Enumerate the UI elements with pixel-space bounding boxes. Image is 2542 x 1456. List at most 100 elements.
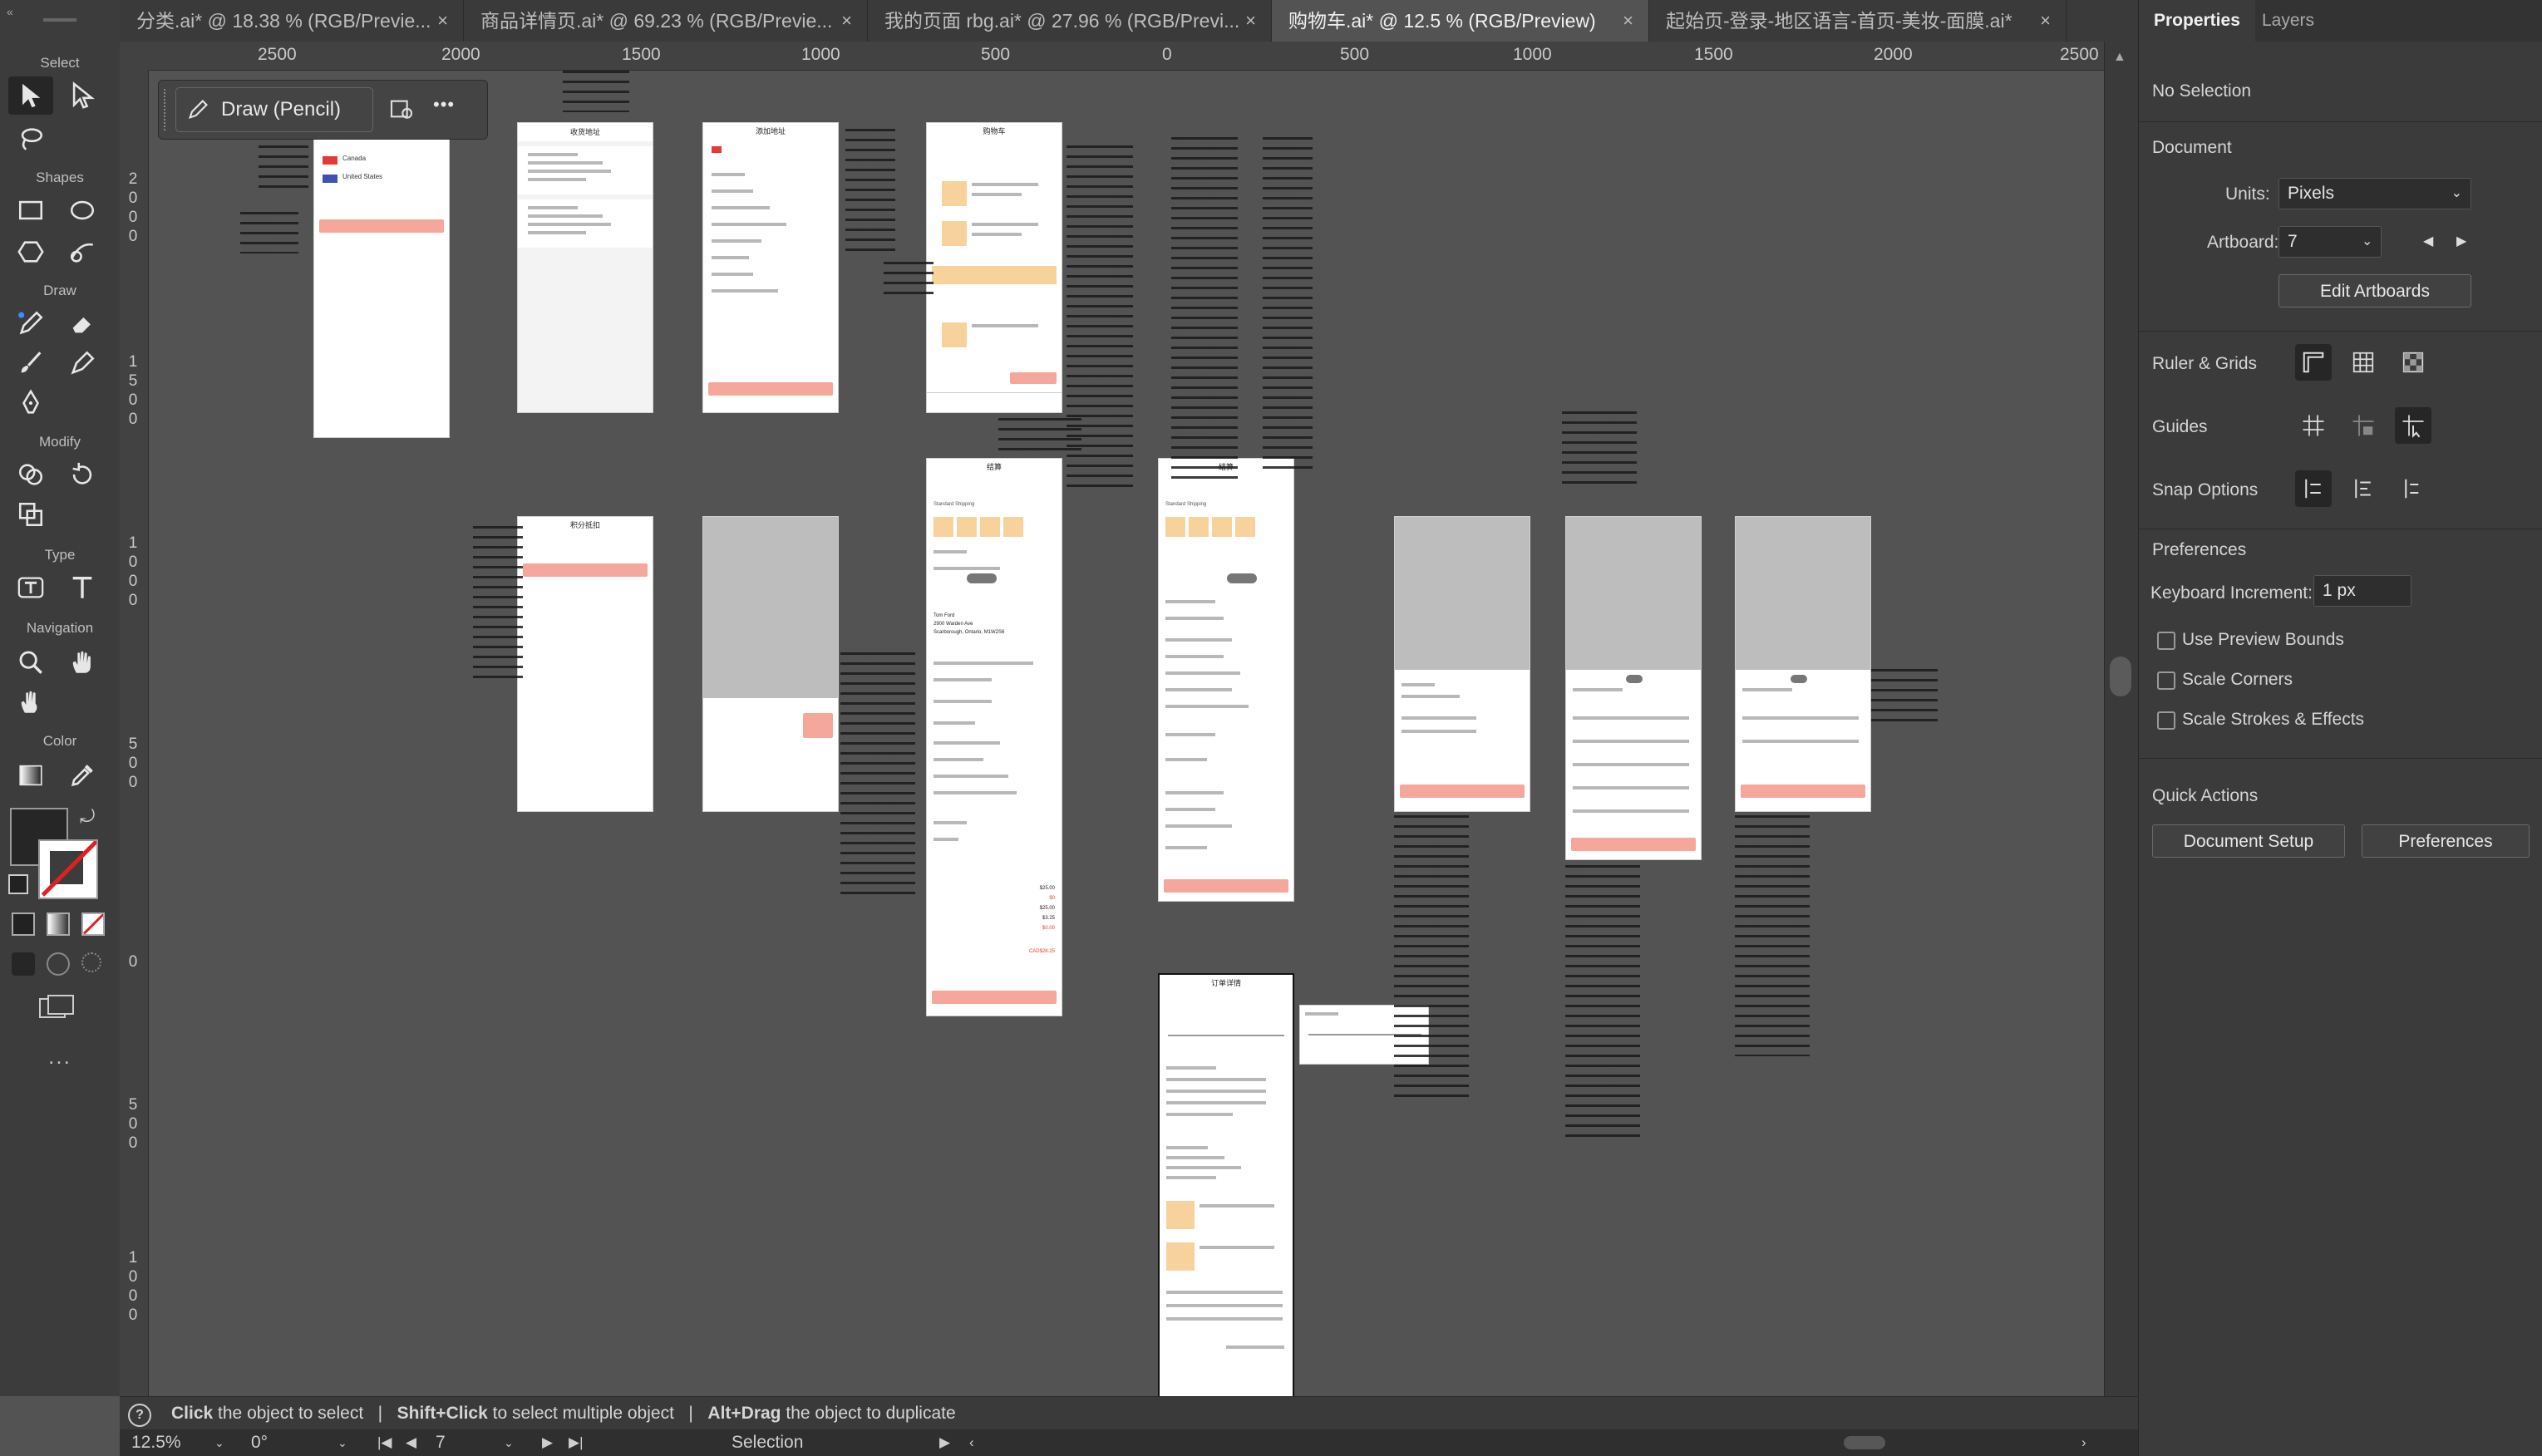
polygon-tool-icon[interactable] bbox=[8, 233, 53, 271]
tab-shopping-cart[interactable]: 购物车.ai* @ 12.5 % (RGB/Preview) × bbox=[1272, 0, 1649, 42]
tab-product-detail[interactable]: 商品详情页.ai* @ 69.23 % (RGB/Previe... × bbox=[464, 0, 868, 42]
artboard-add-address[interactable]: 添加地址 bbox=[702, 122, 839, 413]
edit-artboards-button[interactable]: Edit Artboards bbox=[2278, 274, 2471, 307]
rotate-tool-icon[interactable] bbox=[60, 455, 105, 494]
blob-brush-tool-icon[interactable] bbox=[60, 344, 105, 382]
tab-my-page[interactable]: 我的页面 rbg.ai* @ 27.96 % (RGB/Previ... × bbox=[868, 0, 1272, 42]
scale-corners-checkbox[interactable] bbox=[2157, 671, 2175, 690]
close-tab-icon[interactable]: × bbox=[1623, 0, 1633, 42]
snap-to-pixel-icon[interactable] bbox=[2345, 470, 2382, 507]
guides-icon[interactable] bbox=[2295, 407, 2332, 444]
zoom-tool-icon[interactable] bbox=[8, 643, 53, 681]
lock-guides-icon[interactable] bbox=[2345, 407, 2382, 444]
artboard-card-form[interactable] bbox=[1565, 516, 1702, 860]
rotation-value[interactable]: 0° bbox=[251, 1429, 268, 1456]
shape-builder-tool-icon[interactable] bbox=[8, 455, 53, 494]
use-preview-bounds-checkbox[interactable] bbox=[2157, 632, 2175, 650]
preferences-button[interactable]: Preferences bbox=[2362, 824, 2530, 858]
ruler-icon[interactable] bbox=[2295, 344, 2332, 381]
zoom-level[interactable]: 12.5% bbox=[131, 1429, 181, 1456]
artboard-points-overlay[interactable] bbox=[702, 516, 839, 812]
pen-tool-icon[interactable] bbox=[8, 384, 53, 422]
draw-inside-icon[interactable] bbox=[81, 952, 101, 972]
tab-category[interactable]: 分类.ai* @ 18.38 % (RGB/Previe... × bbox=[120, 0, 464, 42]
artboard-number[interactable]: 7 bbox=[436, 1429, 446, 1456]
scroll-right-icon[interactable]: › bbox=[2081, 1429, 2086, 1456]
snap-to-glyph-icon[interactable] bbox=[2395, 470, 2431, 507]
last-artboard-icon[interactable]: ▶| bbox=[569, 1429, 584, 1456]
vertical-ruler[interactable]: 2000 1500 1000 500 0 500 1000 bbox=[120, 70, 149, 1396]
zoom-dropdown-icon[interactable]: ⌄ bbox=[214, 1429, 224, 1456]
tab-start-page[interactable]: 起始页-登录-地区语言-首页-美妆-面膜.ai* × bbox=[1649, 0, 2067, 42]
previous-artboard-icon[interactable]: ◀ bbox=[2423, 233, 2433, 249]
shaper-tool-icon[interactable] bbox=[60, 233, 105, 271]
artboard-cart[interactable]: 购物车 bbox=[926, 122, 1062, 413]
scroll-left-icon[interactable]: ‹ bbox=[969, 1429, 974, 1456]
artboard-checkout[interactable]: 结算 Standard Shipping Tom Ford 2900 Warde… bbox=[926, 458, 1062, 1016]
free-transform-tool-icon[interactable] bbox=[8, 495, 53, 534]
pencil-tool-icon[interactable] bbox=[8, 304, 53, 342]
tab-layers[interactable]: Layers bbox=[2247, 0, 2329, 42]
swap-colors-icon[interactable]: ⤾ bbox=[80, 806, 95, 828]
selection-tool-icon[interactable] bbox=[8, 76, 53, 115]
artboard-card-form-short[interactable] bbox=[1735, 516, 1871, 812]
artboard-points[interactable]: 积分抵扣 bbox=[517, 516, 653, 812]
snap-to-point-icon[interactable] bbox=[2295, 470, 2332, 507]
scrollbar-thumb[interactable] bbox=[2110, 657, 2131, 696]
next-artboard-icon[interactable]: ▶ bbox=[2456, 233, 2466, 249]
hand-tool-icon[interactable] bbox=[60, 643, 105, 681]
ellipse-tool-icon[interactable] bbox=[60, 191, 105, 229]
horizontal-scroll-thumb[interactable] bbox=[1844, 1436, 1885, 1449]
artboard-address-list[interactable]: 收货地址 bbox=[517, 122, 653, 413]
smart-guides-icon[interactable] bbox=[2395, 407, 2431, 444]
artboard-dropdown-icon[interactable]: ⌄ bbox=[504, 1429, 514, 1456]
screen-mode-icon[interactable] bbox=[38, 994, 76, 1021]
rotate-view-tool-icon[interactable] bbox=[8, 683, 53, 721]
previous-artboard-icon[interactable]: ◀ bbox=[406, 1429, 416, 1456]
draw-pencil-button[interactable]: Draw (Pencil) bbox=[175, 87, 373, 132]
canvas[interactable]: Canada United States 收货地址 添加地址 购物车 积分抵扣 … bbox=[149, 71, 2104, 1396]
draw-behind-icon[interactable] bbox=[47, 952, 70, 976]
close-tab-icon[interactable]: × bbox=[2040, 0, 2051, 42]
artboard-payment-sheet[interactable] bbox=[1394, 516, 1530, 812]
collapse-icon[interactable]: « bbox=[7, 5, 13, 18]
draw-normal-icon[interactable] bbox=[12, 952, 35, 976]
touch-type-tool-icon[interactable] bbox=[8, 568, 53, 607]
type-tool-icon[interactable] bbox=[60, 568, 105, 607]
rotation-dropdown-icon[interactable]: ⌄ bbox=[337, 1429, 347, 1456]
vertical-scrollbar[interactable]: ▲ ▼ bbox=[2104, 42, 2139, 1420]
default-colors-icon[interactable] bbox=[8, 874, 28, 894]
artboard-checkout-alt[interactable]: 结算 Standard Shipping bbox=[1158, 458, 1294, 902]
scroll-up-icon[interactable]: ▲ bbox=[2113, 50, 2126, 65]
first-artboard-icon[interactable]: |◀ bbox=[377, 1429, 392, 1456]
more-tools-icon[interactable]: ... bbox=[0, 1044, 120, 1070]
help-icon[interactable]: ? bbox=[128, 1404, 151, 1427]
eraser-tool-icon[interactable] bbox=[60, 304, 105, 342]
close-tab-icon[interactable]: × bbox=[437, 0, 448, 42]
eyedropper-tool-icon[interactable] bbox=[60, 756, 105, 794]
mode-menu-icon[interactable]: ▶ bbox=[939, 1429, 950, 1456]
next-artboard-icon[interactable]: ▶ bbox=[542, 1429, 553, 1456]
scale-strokes-checkbox[interactable] bbox=[2157, 711, 2175, 730]
direct-selection-tool-icon[interactable] bbox=[60, 76, 105, 115]
more-options-icon[interactable]: ••• bbox=[433, 94, 455, 116]
tab-properties[interactable]: Properties bbox=[2139, 0, 2255, 42]
grid-icon[interactable] bbox=[2345, 344, 2382, 381]
rectangle-tool-icon[interactable] bbox=[8, 191, 53, 229]
units-select[interactable]: Pixels ⌄ bbox=[2278, 178, 2471, 209]
lasso-tool-icon[interactable] bbox=[8, 120, 53, 158]
keyboard-increment-input[interactable]: 1 px bbox=[2313, 575, 2411, 607]
artboard-order-detail[interactable]: 订单详情 bbox=[1158, 973, 1294, 1396]
paintbrush-tool-icon[interactable] bbox=[8, 344, 53, 382]
stroke-swatch[interactable] bbox=[38, 839, 98, 899]
gradient-mode-icon[interactable] bbox=[47, 912, 70, 936]
transparency-grid-icon[interactable] bbox=[2395, 344, 2431, 381]
artboard-region-select[interactable]: Canada United States bbox=[313, 137, 450, 438]
horizontal-ruler[interactable]: 2500 2000 1500 1000 500 0 500 1000 1500 … bbox=[120, 42, 2138, 71]
taskbar-grip[interactable] bbox=[164, 89, 170, 130]
none-mode-icon[interactable] bbox=[81, 912, 105, 936]
artboard-dropdown-icon[interactable]: ⌄ bbox=[2362, 233, 2372, 249]
pencil-options-icon[interactable] bbox=[388, 96, 415, 122]
gradient-tool-icon[interactable] bbox=[8, 756, 53, 794]
close-tab-icon[interactable]: × bbox=[841, 0, 852, 42]
